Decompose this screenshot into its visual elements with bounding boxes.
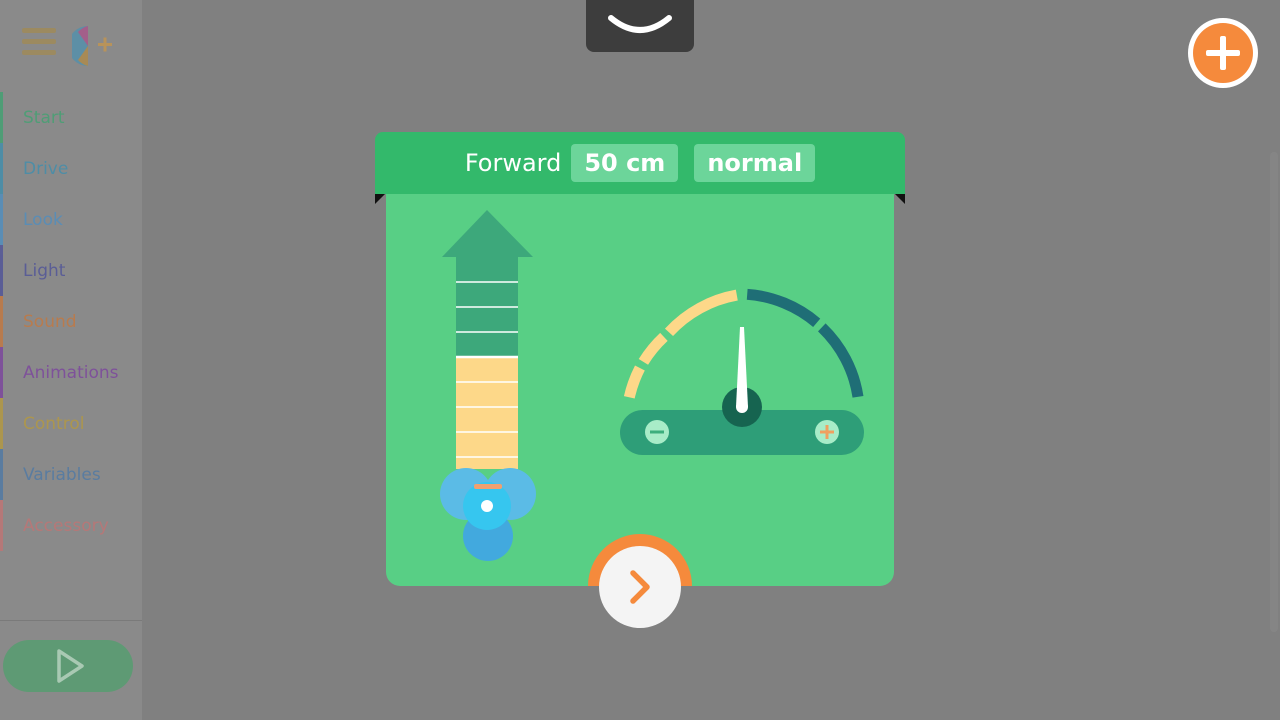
category-start[interactable]: Start [0, 92, 142, 143]
sidebar-divider [0, 620, 142, 621]
chevron-down-icon [608, 15, 672, 33]
chevron-right-icon [630, 570, 650, 604]
plus-icon [1206, 36, 1240, 70]
play-icon [57, 649, 84, 683]
category-control[interactable]: Control [0, 398, 142, 449]
distance-slider[interactable] [442, 210, 533, 469]
category-label: Animations [23, 362, 119, 383]
robot-icon[interactable] [440, 468, 536, 561]
header-notch-left [375, 194, 385, 204]
decrease-speed-button[interactable] [645, 420, 669, 444]
next-button[interactable] [599, 546, 681, 628]
category-look[interactable]: Look [0, 194, 142, 245]
block-header: Forward 50 cm normal [375, 132, 905, 194]
category-drive[interactable]: Drive [0, 143, 142, 194]
category-variables[interactable]: Variables [0, 449, 142, 500]
category-sidebar: Start Drive Look Light Sound Animations … [0, 0, 142, 720]
category-animations[interactable]: Animations [0, 347, 142, 398]
category-label: Sound [23, 311, 77, 332]
category-label: Look [23, 209, 63, 230]
category-label: Drive [23, 158, 69, 179]
speed-value[interactable]: normal [694, 144, 816, 182]
category-label: Light [23, 260, 66, 281]
vertical-scrollbar[interactable] [1270, 152, 1278, 632]
play-button[interactable] [3, 640, 133, 692]
speedometer[interactable] [620, 288, 864, 455]
category-label: Accessory [23, 515, 109, 536]
add-button[interactable] [1188, 18, 1258, 88]
category-list: Start Drive Look Light Sound Animations … [0, 92, 142, 551]
category-label: Control [23, 413, 85, 434]
hamburger-menu-icon[interactable] [22, 28, 56, 58]
distance-value[interactable]: 50 cm [571, 144, 679, 182]
collapse-panel-button[interactable] [586, 0, 694, 52]
header-notch-right [895, 194, 905, 204]
increase-speed-button[interactable] [815, 420, 839, 444]
category-accessory[interactable]: Accessory [0, 500, 142, 551]
category-light[interactable]: Light [0, 245, 142, 296]
category-label: Start [23, 107, 65, 128]
category-label: Variables [23, 464, 101, 485]
block-body [386, 194, 894, 586]
command-label: Forward [464, 149, 562, 177]
add-extension-icon[interactable] [68, 24, 116, 68]
category-sound[interactable]: Sound [0, 296, 142, 347]
